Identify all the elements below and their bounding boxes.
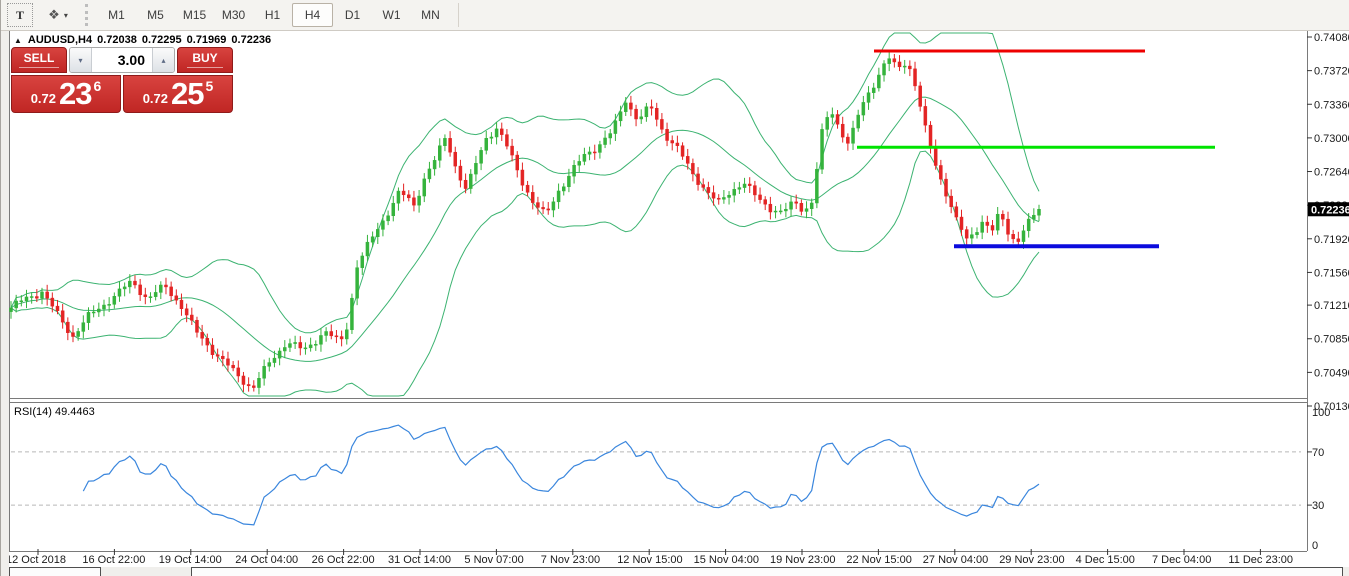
buy-button[interactable]: BUY [177, 47, 233, 73]
rsi-indicator-label: RSI(14) 49.4463 [14, 406, 95, 418]
window-left-margin [1, 30, 9, 576]
mt4-window: T ❖ ▾ M1M5M15M30H1H4D1W1MN 0.740800.7372… [0, 0, 1349, 576]
toolbar-separator [458, 3, 459, 27]
buy-price-button[interactable]: 0.72 25 5 [123, 75, 233, 113]
timeframe-button-mn[interactable]: MN [411, 4, 450, 26]
toolbar-grip [85, 4, 88, 26]
volume-value[interactable]: 3.00 [92, 48, 152, 72]
ohlc-open: 0.72038 [97, 34, 137, 46]
chart-title: ▲ AUDUSD,H4 0.72038 0.72295 0.71969 0.72… [14, 34, 276, 46]
timeframe-button-m5[interactable]: M5 [136, 4, 175, 26]
timeframe-button-h1[interactable]: H1 [253, 4, 292, 26]
timeframe-button-h4[interactable]: H4 [292, 3, 333, 27]
volume-decrease-button[interactable]: ▾ [70, 48, 92, 72]
chart-tab-strip [1, 567, 1349, 576]
collapse-panel-icon[interactable]: ▲ [14, 36, 22, 45]
volume-spinner: ▾ 3.00 ▴ [69, 47, 175, 73]
sell-button[interactable]: SELL [11, 47, 67, 73]
volume-increase-button[interactable]: ▴ [152, 48, 174, 72]
text-tool-icon[interactable]: T [7, 3, 33, 27]
arrows-tool-icon[interactable]: ❖ ▾ [41, 4, 75, 26]
timeframe-button-m30[interactable]: M30 [214, 4, 253, 26]
chevron-down-icon: ▾ [63, 10, 68, 20]
toolbar: T ❖ ▾ M1 M5 M15 M30 H1 H4 D1 W1 MN [1, 0, 1349, 31]
diamond-arrows-icon: ❖ [48, 7, 60, 22]
timeframe-button-m1[interactable]: M1 [97, 4, 136, 26]
ohlc-high: 0.72295 [141, 34, 182, 46]
chart-tab-active[interactable] [9, 567, 101, 576]
ohlc-close: 0.72236 [231, 34, 272, 46]
one-click-trading-panel: SELL ▾ 3.00 ▴ BUY 0.72 23 6 0.72 25 5 [11, 47, 233, 113]
timeframe-button-m15[interactable]: M15 [175, 4, 214, 26]
timeframe-button-d1[interactable]: D1 [333, 4, 372, 26]
symbol-period: AUDUSD,H4 [27, 34, 93, 46]
price-axis[interactable] [1307, 30, 1349, 551]
timeframe-buttons: M1 M5 M15 M30 H1 H4 D1 W1 MN [97, 3, 450, 27]
time-axis[interactable] [9, 551, 1307, 567]
timeframe-button-w1[interactable]: W1 [372, 4, 411, 26]
chart-tab-area[interactable] [191, 567, 1343, 576]
ohlc-low: 0.71969 [186, 34, 227, 46]
rsi-pane-area[interactable] [9, 403, 1307, 551]
sell-price-button[interactable]: 0.72 23 6 [11, 75, 121, 113]
